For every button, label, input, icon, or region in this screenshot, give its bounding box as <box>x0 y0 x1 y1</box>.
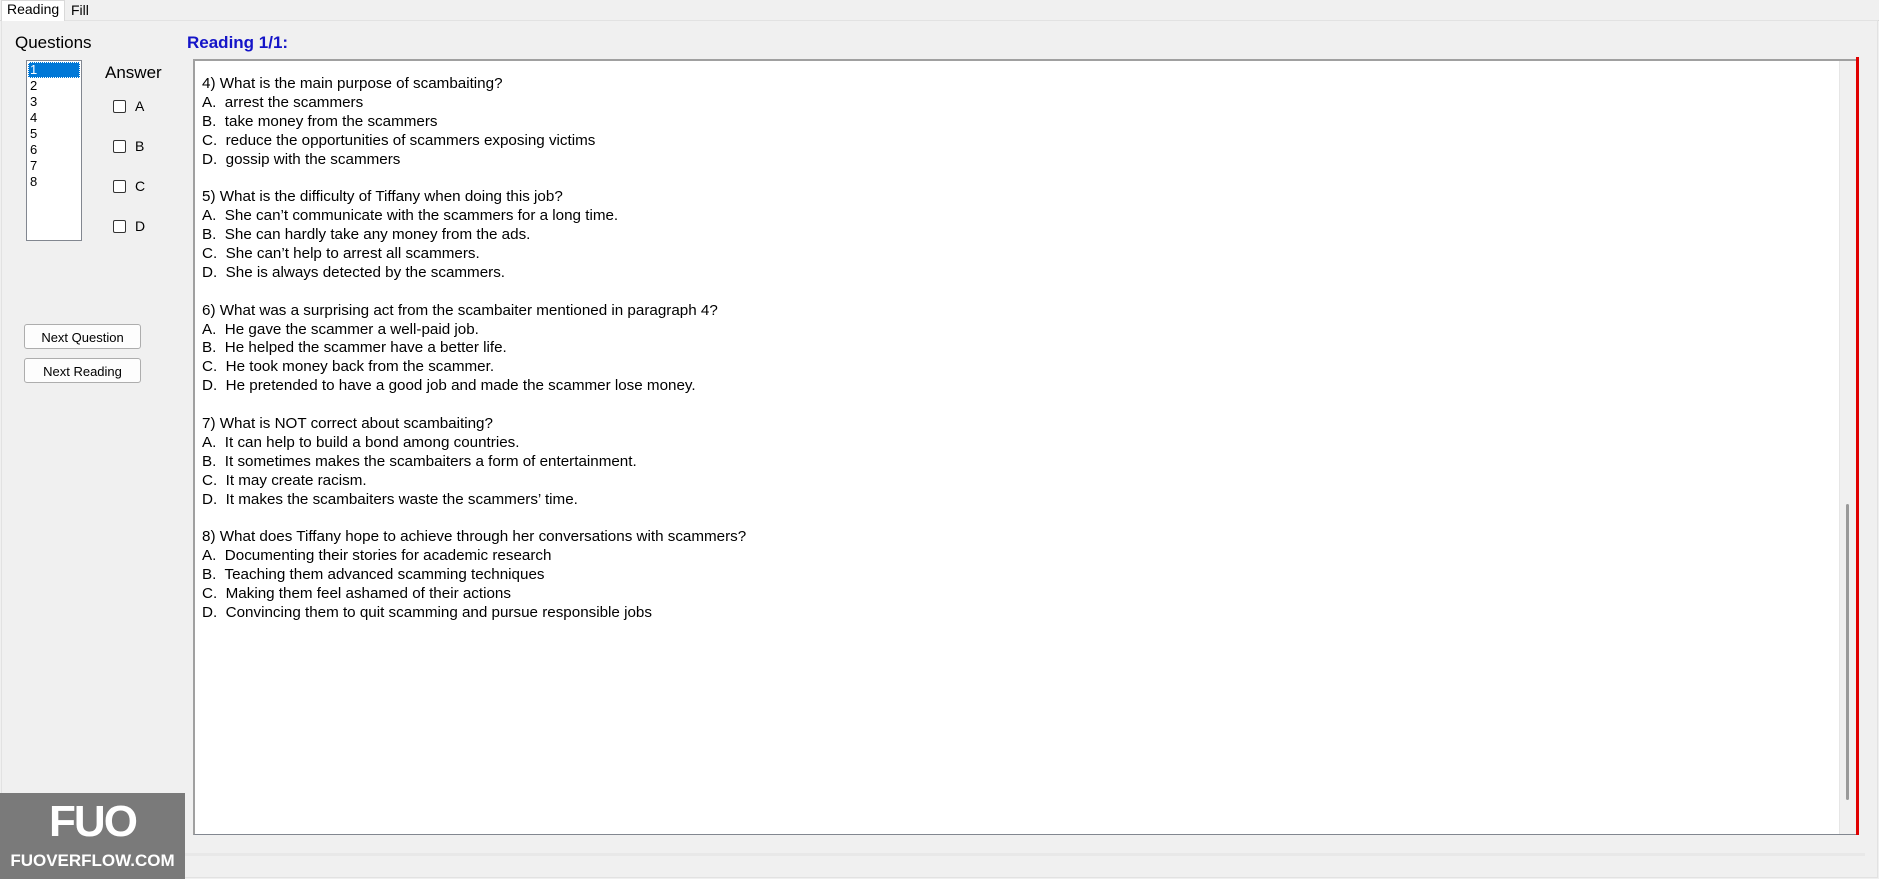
question-list-item[interactable]: 7 <box>28 158 80 174</box>
answer-label: Answer <box>105 63 162 82</box>
question-choice: C. He took money back from the scammer. <box>202 358 495 376</box>
question-choice: B. Teaching them advanced scamming techn… <box>202 566 545 584</box>
option-label-b: B <box>135 138 145 154</box>
question-choice: D. gossip with the scammers <box>202 150 401 168</box>
question-choice: B. She can hardly take any money from th… <box>202 226 531 244</box>
question-block: 4) What is the main purpose of scambaiti… <box>202 75 746 169</box>
watermark-logo: FUO <box>49 797 138 846</box>
watermark-site: FUOVERFLOW.COM <box>10 851 175 870</box>
question-choice: A. She can’t communicate with the scamme… <box>202 207 619 225</box>
horizontal-scrollbar[interactable] <box>185 853 1865 856</box>
question-choice: A. He gave the scammer a well-paid job. <box>202 320 479 338</box>
question-choice: C. She can’t help to arrest all scammers… <box>202 245 480 263</box>
option-label-a: A <box>135 98 145 114</box>
question-choice: B. He helped the scammer have a better l… <box>202 339 507 357</box>
tab-strip: Reading Fill Blank <box>0 0 1879 35</box>
watermark: FUO FUOVERFLOW.COM <box>0 793 185 879</box>
question-stem: 5) What is the difficulty of Tiffany whe… <box>202 188 563 206</box>
checkbox-d[interactable] <box>113 219 126 233</box>
question-choice: D. He pretended to have a good job and m… <box>202 377 696 395</box>
tab-reading[interactable]: Reading <box>1 0 65 21</box>
question-choice: D. Convincing them to quit scamming and … <box>202 603 652 621</box>
reading-content: 4) What is the main purpose of scambaiti… <box>202 75 746 642</box>
answer-option-b[interactable]: B <box>113 137 144 155</box>
checkbox-a[interactable] <box>113 99 126 113</box>
question-choice: A. It can help to build a bond among cou… <box>202 433 520 451</box>
question-choice: D. It makes the scambaiters waste the sc… <box>202 490 578 508</box>
option-label-d: D <box>135 218 146 234</box>
question-list-item[interactable]: 2 <box>28 78 80 94</box>
checkbox-c[interactable] <box>113 179 126 193</box>
tab-fill-blank[interactable]: Fill Blank <box>66 2 132 35</box>
question-block: 7) What is NOT correct about scambaiting… <box>202 415 746 509</box>
question-choice: A. arrest the scammers <box>202 93 364 111</box>
question-choice: A. Documenting their stories for academi… <box>202 547 552 565</box>
question-stem: 7) What is NOT correct about scambaiting… <box>202 415 493 433</box>
red-margin-line <box>1856 57 1859 835</box>
reading-title: Reading 1/1: <box>187 33 289 52</box>
option-label-c: C <box>135 178 146 194</box>
question-choice: D. She is always detected by the scammer… <box>202 263 506 281</box>
question-block: 5) What is the difficulty of Tiffany whe… <box>202 188 746 282</box>
vertical-scrollbar[interactable] <box>1839 61 1857 834</box>
answer-option-a[interactable]: A <box>113 97 144 115</box>
question-list-item[interactable]: 4 <box>28 110 80 126</box>
question-list-item[interactable]: 3 <box>28 94 80 110</box>
question-list-item[interactable]: 6 <box>28 142 80 158</box>
question-list-item[interactable]: 5 <box>28 126 80 142</box>
next-reading-button[interactable]: Next Reading <box>24 358 141 383</box>
question-list-item[interactable]: 1 <box>28 62 80 78</box>
question-listbox[interactable]: 12345678 <box>26 60 82 241</box>
question-block: 6) What was a surprising act from the sc… <box>202 302 746 396</box>
answer-option-d[interactable]: D <box>113 217 145 235</box>
question-stem: 4) What is the main purpose of scambaiti… <box>202 75 503 92</box>
answer-option-c[interactable]: C <box>113 177 145 195</box>
app-window: Reading Fill Blank Questions Answer Read… <box>0 0 1879 879</box>
reading-textbox[interactable]: 4) What is the main purpose of scambaiti… <box>193 59 1858 835</box>
scrollbar-thumb[interactable] <box>1846 504 1849 800</box>
question-block: 8) What does Tiffany hope to achieve thr… <box>202 528 746 622</box>
question-choice: C. reduce the opportunities of scammers … <box>202 131 596 149</box>
questions-label: Questions <box>15 33 92 52</box>
question-choice: B. take money from the scammers <box>202 112 438 130</box>
question-choice: C. It may create racism. <box>202 471 367 489</box>
question-choice: B. It sometimes makes the scambaiters a … <box>202 452 637 470</box>
question-stem: 8) What does Tiffany hope to achieve thr… <box>202 528 747 546</box>
question-list-item[interactable]: 8 <box>28 174 80 190</box>
next-question-button[interactable]: Next Question <box>24 324 141 349</box>
question-stem: 6) What was a surprising act from the sc… <box>202 301 718 319</box>
question-choice: C. Making them feel ashamed of their act… <box>202 585 511 603</box>
checkbox-b[interactable] <box>113 139 126 153</box>
